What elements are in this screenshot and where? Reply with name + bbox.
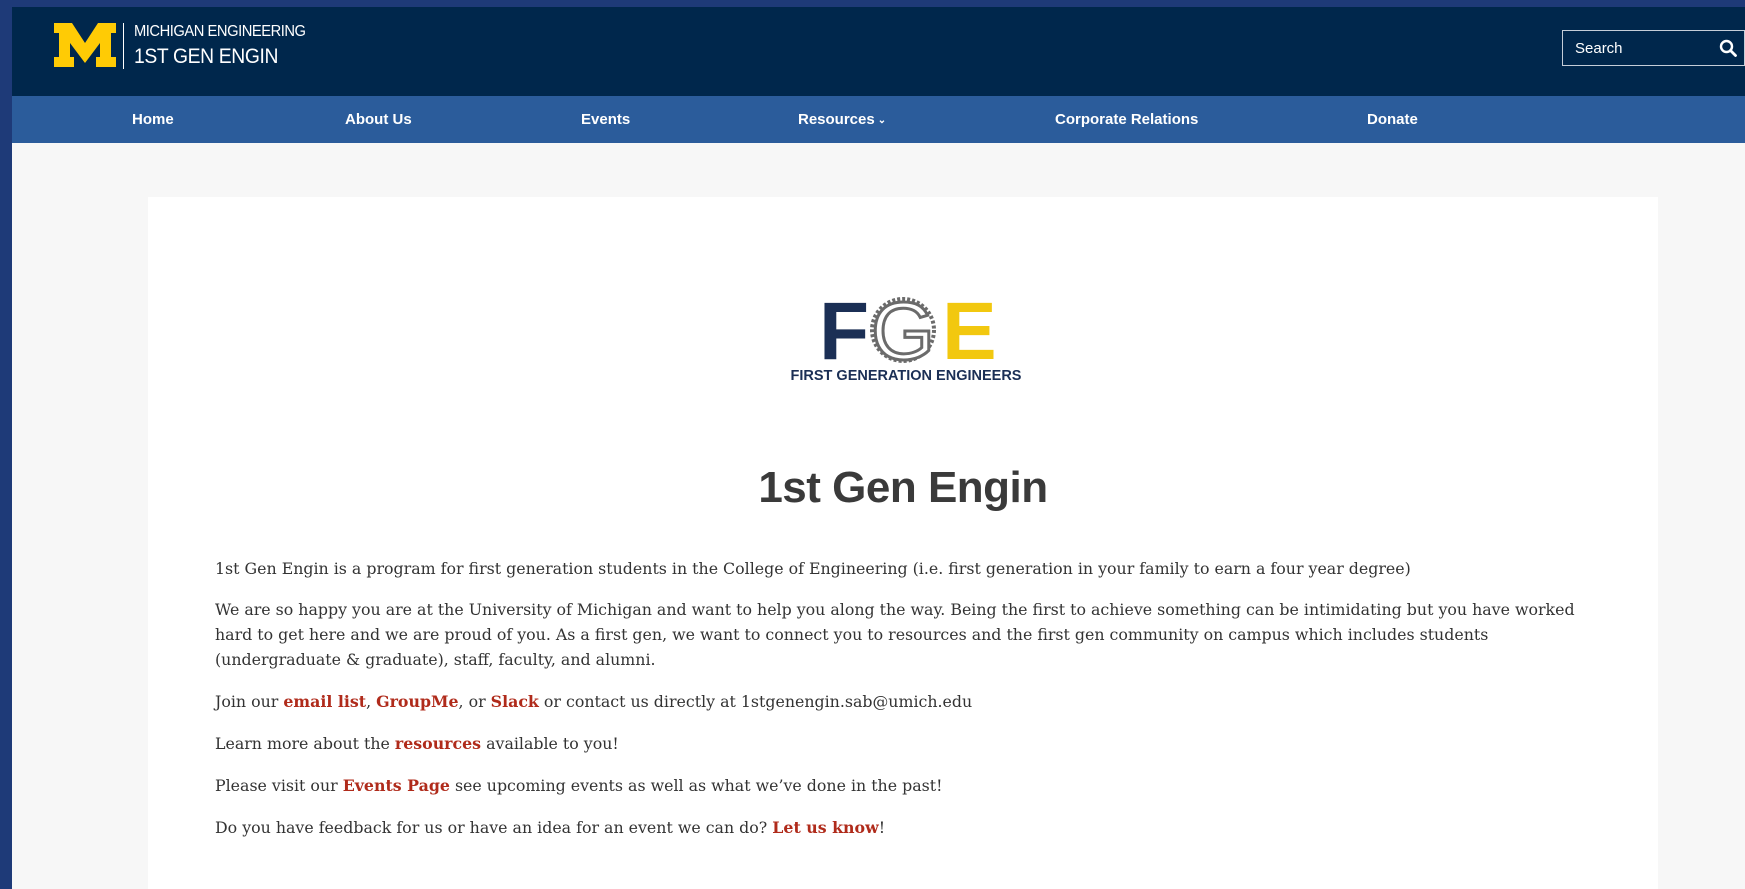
events-page-link[interactable]: Events Page [343,776,450,795]
nav-item-label: Events [581,111,631,128]
page-title: 1st Gen Engin [758,463,1048,512]
feedback-suffix: ! [878,818,886,837]
groupme-link[interactable]: GroupMe [376,692,458,711]
join-suffix: or contact us directly at 1stgenengin.sa… [538,692,973,711]
join-separator: , or [458,692,491,711]
join-paragraph: Join our email list, GroupMe, or Slack o… [215,689,1590,714]
events-paragraph: Please visit our Events Page see upcomin… [215,773,1590,798]
university-name[interactable]: MICHIGAN ENGINEERING [134,23,306,41]
logo-letter-f: F [819,293,869,377]
brand-divider [123,23,124,69]
learn-prefix: Learn more about the [215,734,395,753]
nav-item-donate[interactable]: Donate [1367,96,1418,143]
nav-item-events[interactable]: Events [581,96,630,143]
events-suffix: see upcoming events as well as what we’v… [449,776,943,795]
site-header: MICHIGAN ENGINEERING 1ST GEN ENGIN [12,7,1745,96]
nav-item-label: Resources [798,111,875,128]
email-list-link[interactable]: email list [283,692,366,711]
feedback-prefix: Do you have feedback for us or have an i… [215,818,773,837]
search-icon[interactable] [1719,39,1737,57]
fge-logo: F G E FIRST GENERATION ENGINEERS [791,293,1022,384]
nav-item-corporate-relations[interactable]: Corporate Relations [1055,96,1198,143]
logo-letter-e: E [942,293,997,377]
intro-paragraph: 1st Gen Engin is a program for first gen… [215,559,1411,578]
nav-item-label: Donate [1367,111,1418,128]
nav-item-about-us[interactable]: About Us [345,96,412,143]
site-name[interactable]: 1ST GEN ENGIN [134,45,278,69]
page-frame: MICHIGAN ENGINEERING 1ST GEN ENGIN Home … [12,7,1745,889]
nav-item-home[interactable]: Home [132,96,174,143]
feedback-paragraph: Do you have feedback for us or have an i… [215,815,1590,840]
join-prefix: Join our [215,692,284,711]
search-input[interactable] [1563,31,1713,65]
join-separator: , [366,692,377,711]
chevron-down-icon: ⌄ [877,115,887,126]
block-m-logo-icon[interactable] [54,23,116,67]
search-box [1562,30,1745,66]
resources-link[interactable]: resources [395,734,481,753]
nav-item-resources[interactable]: Resources ⌄ [798,96,886,143]
nav-item-label: About Us [345,111,412,128]
let-us-know-link[interactable]: Let us know [772,818,878,837]
learn-suffix: available to you! [481,734,619,753]
slack-link[interactable]: Slack [491,692,539,711]
main-nav: Home About Us Events Resources ⌄ Corporat… [12,96,1745,143]
learn-paragraph: Learn more about the resources available… [215,731,1590,756]
content-card: F G E FIRST GENERATION ENGINEERS 1st Gen… [148,197,1658,889]
events-prefix: Please visit our [215,776,343,795]
logo-letter-g: G [871,293,935,377]
nav-item-label: Corporate Relations [1055,111,1199,128]
nav-item-label: Home [132,111,174,128]
logo-caption: FIRST GENERATION ENGINEERS [791,368,1022,384]
welcome-paragraph: We are so happy you are at the Universit… [215,600,1575,669]
